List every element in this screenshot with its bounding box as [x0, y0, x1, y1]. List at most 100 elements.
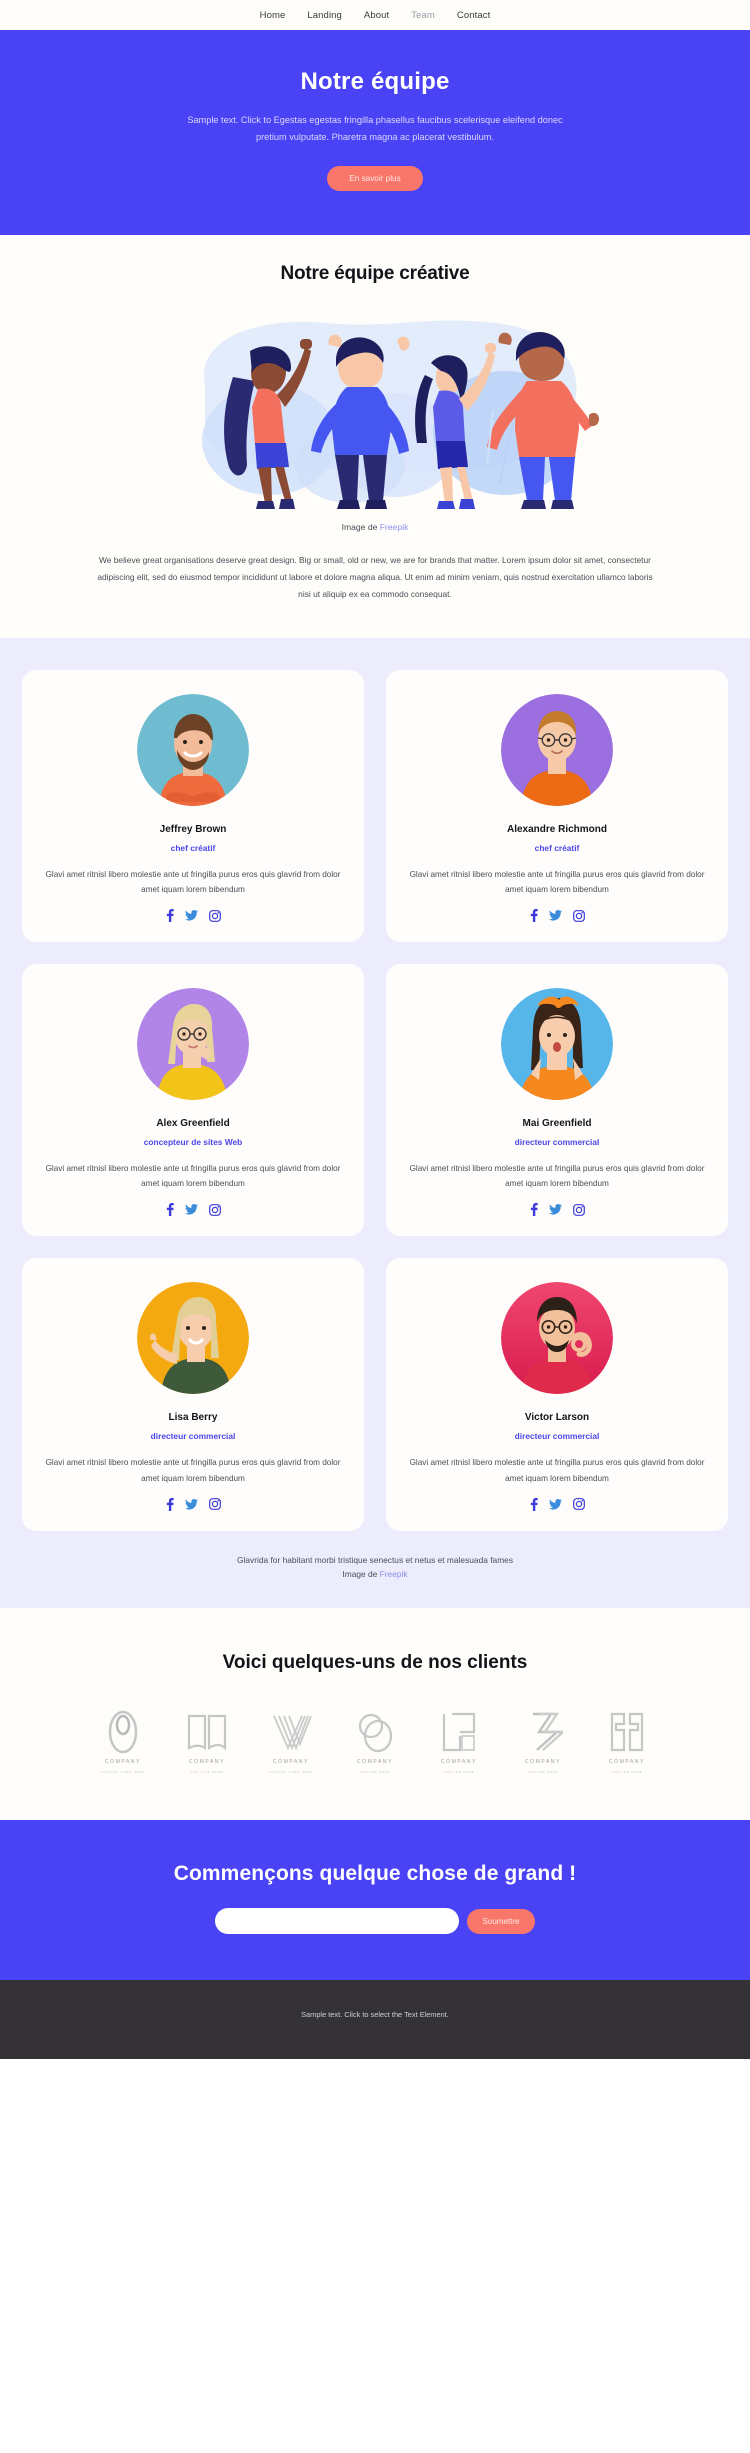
team-footer-note: Glavrida for habitant morbi tristique se… — [22, 1531, 728, 1588]
social-links — [40, 1203, 346, 1217]
instagram-icon[interactable] — [572, 1203, 585, 1216]
instagram-icon[interactable] — [208, 909, 221, 922]
nav-item-team[interactable]: Team — [411, 10, 435, 21]
mirrored-blocks-mark — [610, 1713, 644, 1752]
facebook-icon[interactable] — [166, 1203, 174, 1217]
client-logo: COMPANY TAGLINE HERE — [344, 1710, 406, 1774]
avatar — [501, 988, 613, 1101]
member-name: Lisa Berry — [168, 1412, 218, 1424]
client-name: COMPANY — [272, 1759, 310, 1766]
client-name: COMPANY — [356, 1759, 394, 1766]
member-description: Glavi amet ritnisl libero molestie ante … — [45, 869, 341, 894]
member-description: Glavi amet ritnisl libero molestie ante … — [409, 1458, 705, 1483]
team-card: Mai Greenfield directeur commercial Glav… — [386, 964, 728, 1237]
member-name: Victor Larson — [524, 1412, 590, 1424]
chevron-lines-mark — [273, 1715, 312, 1751]
member-role: directeur commercial — [150, 1431, 236, 1442]
team-card: Victor Larson directeur commercial Glavi… — [386, 1258, 728, 1531]
submit-button[interactable]: Soumettre — [466, 1908, 536, 1934]
social-links — [404, 1497, 710, 1511]
hero-title: Notre équipe — [300, 68, 450, 95]
member-name: Alexandre Richmond — [506, 823, 608, 835]
nav-item-home[interactable]: Home — [260, 10, 286, 21]
social-links — [404, 909, 710, 923]
creative-team-paragraph: We believe great organisations deserve g… — [97, 555, 653, 600]
oval-ring-mark — [108, 1710, 138, 1754]
twitter-icon[interactable] — [184, 1204, 198, 1215]
avatar — [137, 988, 249, 1101]
twitter-icon[interactable] — [548, 1498, 562, 1510]
twitter-icon[interactable] — [184, 1498, 198, 1510]
instagram-icon[interactable] — [572, 1498, 585, 1511]
client-name: COMPANY — [440, 1759, 478, 1766]
client-logo: COMPANY TAGLINE GOES HERE — [260, 1710, 322, 1774]
client-logo: COMPANY TAGLINE GOES HERE — [92, 1710, 154, 1774]
clients-title: Voici quelques-uns de nos clients — [222, 1652, 528, 1674]
twitter-icon[interactable] — [184, 910, 198, 921]
nav-item-contact[interactable]: Contact — [457, 10, 490, 21]
client-logo: COMPANY TAGLINE HERE — [512, 1710, 574, 1774]
page-footer: Sample text. Click to select the Text El… — [0, 1980, 750, 2060]
creative-team-title: Notre équipe créative — [280, 263, 470, 285]
member-description: Glavi amet ritnisl libero molestie ante … — [45, 1164, 341, 1189]
client-name: COMPANY — [608, 1759, 646, 1766]
client-tagline: TAGLINE HERE — [443, 1770, 475, 1775]
member-description: Glavi amet ritnisl libero molestie ante … — [45, 1458, 341, 1483]
twitter-icon[interactable] — [548, 910, 562, 921]
client-logo: COMPANY TAGLINE HERE — [428, 1710, 490, 1774]
team-card: Alex Greenfield concepteur de sites Web … — [22, 964, 364, 1237]
nav-item-landing[interactable]: Landing — [307, 10, 342, 21]
footer-text: Sample text. Click to select the Text El… — [301, 2010, 449, 2020]
client-tagline: TAGLINE GOES HERE — [100, 1770, 146, 1775]
facebook-icon[interactable] — [530, 1203, 538, 1217]
square-bracket-mark — [442, 1713, 476, 1752]
member-description: Glavi amet ritnisl libero molestie ante … — [409, 869, 705, 894]
hero-section: Notre équipe Sample text. Click to Egest… — [0, 30, 750, 236]
avatar — [501, 693, 613, 806]
creative-team-section: Notre équipe créative Image de Freepik W… — [0, 235, 750, 638]
facebook-icon[interactable] — [166, 1497, 174, 1511]
instagram-icon[interactable] — [208, 1203, 221, 1216]
twitter-icon[interactable] — [548, 1204, 562, 1215]
member-name: Mai Greenfield — [522, 1118, 592, 1130]
team-footer-credit-link[interactable]: Freepik — [380, 1569, 408, 1579]
client-logo: COMPANY TAGLINE HERE — [596, 1710, 658, 1774]
team-card: Lisa Berry directeur commercial Glavi am… — [22, 1258, 364, 1531]
team-footer-credit: Image de Freepik — [22, 1567, 728, 1582]
client-name: COMPANY — [524, 1759, 562, 1766]
social-links — [40, 909, 346, 923]
image-credit: Image de Freepik — [0, 522, 750, 532]
social-links — [404, 1203, 710, 1217]
clients-section: Voici quelques-uns de nos clients COMPAN… — [0, 1608, 750, 1821]
client-tagline: TAG LINE HERE — [190, 1770, 224, 1775]
member-role: chef créatif — [534, 842, 580, 853]
image-credit-link[interactable]: Freepik — [380, 522, 409, 532]
facebook-icon[interactable] — [530, 1497, 538, 1511]
member-role: directeur commercial — [514, 1431, 600, 1442]
open-book-mark — [187, 1715, 227, 1751]
client-tagline: TAGLINE GOES HERE — [268, 1770, 314, 1775]
client-logo: COMPANY TAG LINE HERE — [176, 1710, 238, 1774]
facebook-icon[interactable] — [166, 909, 174, 923]
team-footer-credit-prefix: Image de — [342, 1569, 380, 1580]
nav-item-about[interactable]: About — [364, 10, 389, 21]
subscribe-input[interactable] — [214, 1908, 459, 1935]
team-members-section: Jeffrey Brown chef créatif Glavi amet ri… — [0, 637, 750, 1609]
member-role: concepteur de sites Web — [143, 1137, 243, 1148]
member-name: Jeffrey Brown — [159, 823, 227, 835]
avatar — [137, 1282, 249, 1395]
hero-subtitle: Sample text. Click to Egestas egestas fr… — [187, 115, 563, 143]
client-tagline: TAGLINE HERE — [359, 1770, 391, 1775]
hero-learn-more-button[interactable]: En savoir plus — [327, 166, 423, 192]
member-role: chef créatif — [170, 842, 216, 853]
facebook-icon[interactable] — [530, 909, 538, 923]
client-name: COMPANY — [104, 1759, 142, 1766]
team-illustration — [95, 315, 655, 510]
client-tagline: TAGLINE HERE — [611, 1770, 643, 1775]
instagram-icon[interactable] — [208, 1498, 221, 1511]
member-description: Glavi amet ritnisl libero molestie ante … — [409, 1164, 705, 1189]
team-card: Jeffrey Brown chef créatif Glavi amet ri… — [22, 669, 364, 943]
team-card: Alexandre Richmond chef créatif Glavi am… — [386, 669, 728, 943]
instagram-icon[interactable] — [572, 909, 585, 922]
member-role: directeur commercial — [514, 1137, 600, 1148]
